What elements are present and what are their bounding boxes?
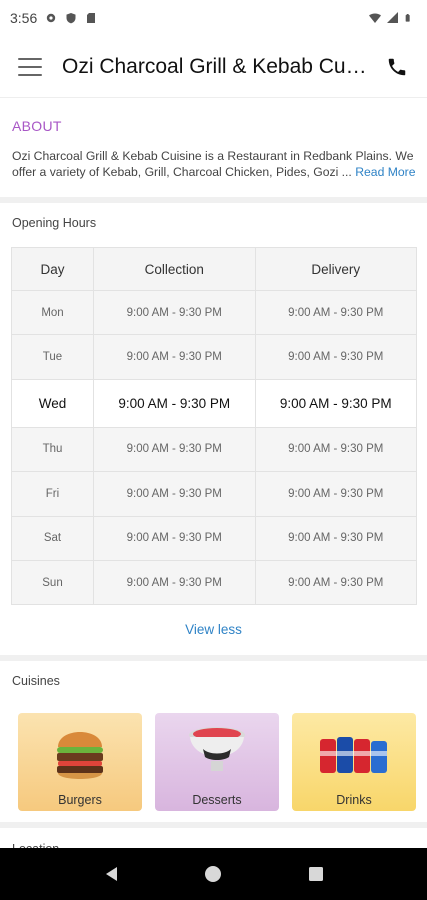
cuisine-cards: Burgers Desserts Drinks	[18, 713, 416, 811]
navigation-bar	[0, 848, 427, 900]
delivery-cell: 9:00 AM - 9:30 PM	[254, 289, 417, 336]
gear-icon	[47, 13, 56, 23]
burger-icon	[57, 732, 103, 779]
battery-icon	[405, 14, 410, 22]
column-header-collection: Collection	[93, 247, 256, 291]
collection-cell: 9:00 AM - 9:30 PM	[93, 515, 256, 561]
collection-cell: 9:00 AM - 9:30 PM	[93, 559, 256, 606]
wifi-icon	[369, 13, 381, 23]
home-icon[interactable]	[201, 862, 225, 886]
column-header-delivery: Delivery	[254, 247, 417, 291]
delivery-cell: 9:00 AM - 9:30 PM	[254, 515, 417, 561]
cuisine-card-drinks[interactable]: Drinks	[292, 713, 416, 811]
section-divider	[0, 822, 427, 828]
opening-hours-label: Opening Hours	[12, 216, 97, 230]
day-cell: Sat	[11, 515, 94, 561]
cuisine-label: Desserts	[192, 793, 242, 807]
day-cell: Mon	[11, 289, 94, 336]
cuisine-label: Drinks	[336, 793, 372, 807]
back-icon[interactable]	[99, 862, 123, 886]
cuisine-label: Burgers	[58, 793, 102, 807]
table-row: Thu 9:00 AM - 9:30 PM 9:00 AM - 9:30 PM	[11, 426, 417, 473]
status-right	[369, 12, 413, 24]
table-row: Fri 9:00 AM - 9:30 PM 9:00 AM - 9:30 PM	[11, 471, 417, 517]
status-bar: 3:56	[0, 0, 427, 36]
about-description: Ozi Charcoal Grill & Kebab Cuisine is a …	[12, 149, 414, 179]
delivery-cell: 9:00 AM - 9:30 PM	[254, 334, 417, 380]
status-time: 3:56	[10, 10, 38, 26]
hamburger-icon[interactable]	[18, 57, 42, 76]
table-row: Sat 9:00 AM - 9:30 PM 9:00 AM - 9:30 PM	[11, 515, 417, 561]
dessert-icon	[189, 727, 245, 771]
sd-card-icon	[87, 13, 96, 23]
cuisine-card-burgers[interactable]: Burgers	[18, 713, 142, 811]
day-cell: Fri	[11, 471, 94, 517]
collection-cell: 9:00 AM - 9:30 PM	[93, 334, 256, 380]
about-text: Ozi Charcoal Grill & Kebab Cuisine is a …	[12, 148, 416, 180]
collection-cell: 9:00 AM - 9:30 PM	[93, 289, 256, 336]
app-bar: Ozi Charcoal Grill & Kebab Cuisine	[0, 36, 427, 98]
status-left: 3:56	[10, 10, 97, 26]
delivery-cell: 9:00 AM - 9:30 PM	[254, 471, 417, 517]
opening-hours-table: Day Collection Delivery Mon 9:00 AM - 9:…	[11, 247, 417, 606]
read-more-link[interactable]: Read More	[355, 165, 415, 179]
collection-cell: 9:00 AM - 9:30 PM	[93, 378, 256, 428]
table-row: Tue 9:00 AM - 9:30 PM 9:00 AM - 9:30 PM	[11, 334, 417, 380]
delivery-cell: 9:00 AM - 9:30 PM	[254, 378, 417, 428]
cuisine-card-desserts[interactable]: Desserts	[155, 713, 279, 811]
cuisines-section: Cuisines Burgers Desserts Drinks	[0, 662, 427, 822]
table-row: Mon 9:00 AM - 9:30 PM 9:00 AM - 9:30 PM	[11, 289, 417, 336]
day-cell: Thu	[11, 426, 94, 473]
drinks-icon	[320, 737, 387, 773]
collection-cell: 9:00 AM - 9:30 PM	[93, 471, 256, 517]
column-header-day: Day	[11, 247, 94, 291]
recents-icon[interactable]	[304, 862, 328, 886]
table-header-row: Day Collection Delivery	[11, 247, 417, 291]
cuisines-label: Cuisines	[12, 674, 60, 688]
table-row: Sun 9:00 AM - 9:30 PM 9:00 AM - 9:30 PM	[11, 559, 417, 606]
day-cell: Wed	[11, 378, 94, 428]
section-divider	[0, 655, 427, 661]
shield-icon	[66, 13, 76, 24]
about-section: ABOUT Ozi Charcoal Grill & Kebab Cuisine…	[0, 98, 427, 198]
delivery-cell: 9:00 AM - 9:30 PM	[254, 559, 417, 606]
opening-hours-section: Opening Hours Day Collection Delivery Mo…	[0, 204, 427, 637]
table-row-today: Wed 9:00 AM - 9:30 PM 9:00 AM - 9:30 PM	[11, 378, 417, 428]
view-less-link[interactable]: View less	[0, 622, 427, 637]
section-divider	[0, 197, 427, 203]
page-title: Ozi Charcoal Grill & Kebab Cuisine	[62, 54, 371, 78]
delivery-cell: 9:00 AM - 9:30 PM	[254, 426, 417, 473]
day-cell: Sun	[11, 559, 94, 606]
day-cell: Tue	[11, 334, 94, 380]
phone-icon[interactable]	[383, 53, 411, 81]
collection-cell: 9:00 AM - 9:30 PM	[93, 426, 256, 473]
signal-icon	[387, 12, 398, 23]
about-heading: ABOUT	[12, 118, 62, 134]
